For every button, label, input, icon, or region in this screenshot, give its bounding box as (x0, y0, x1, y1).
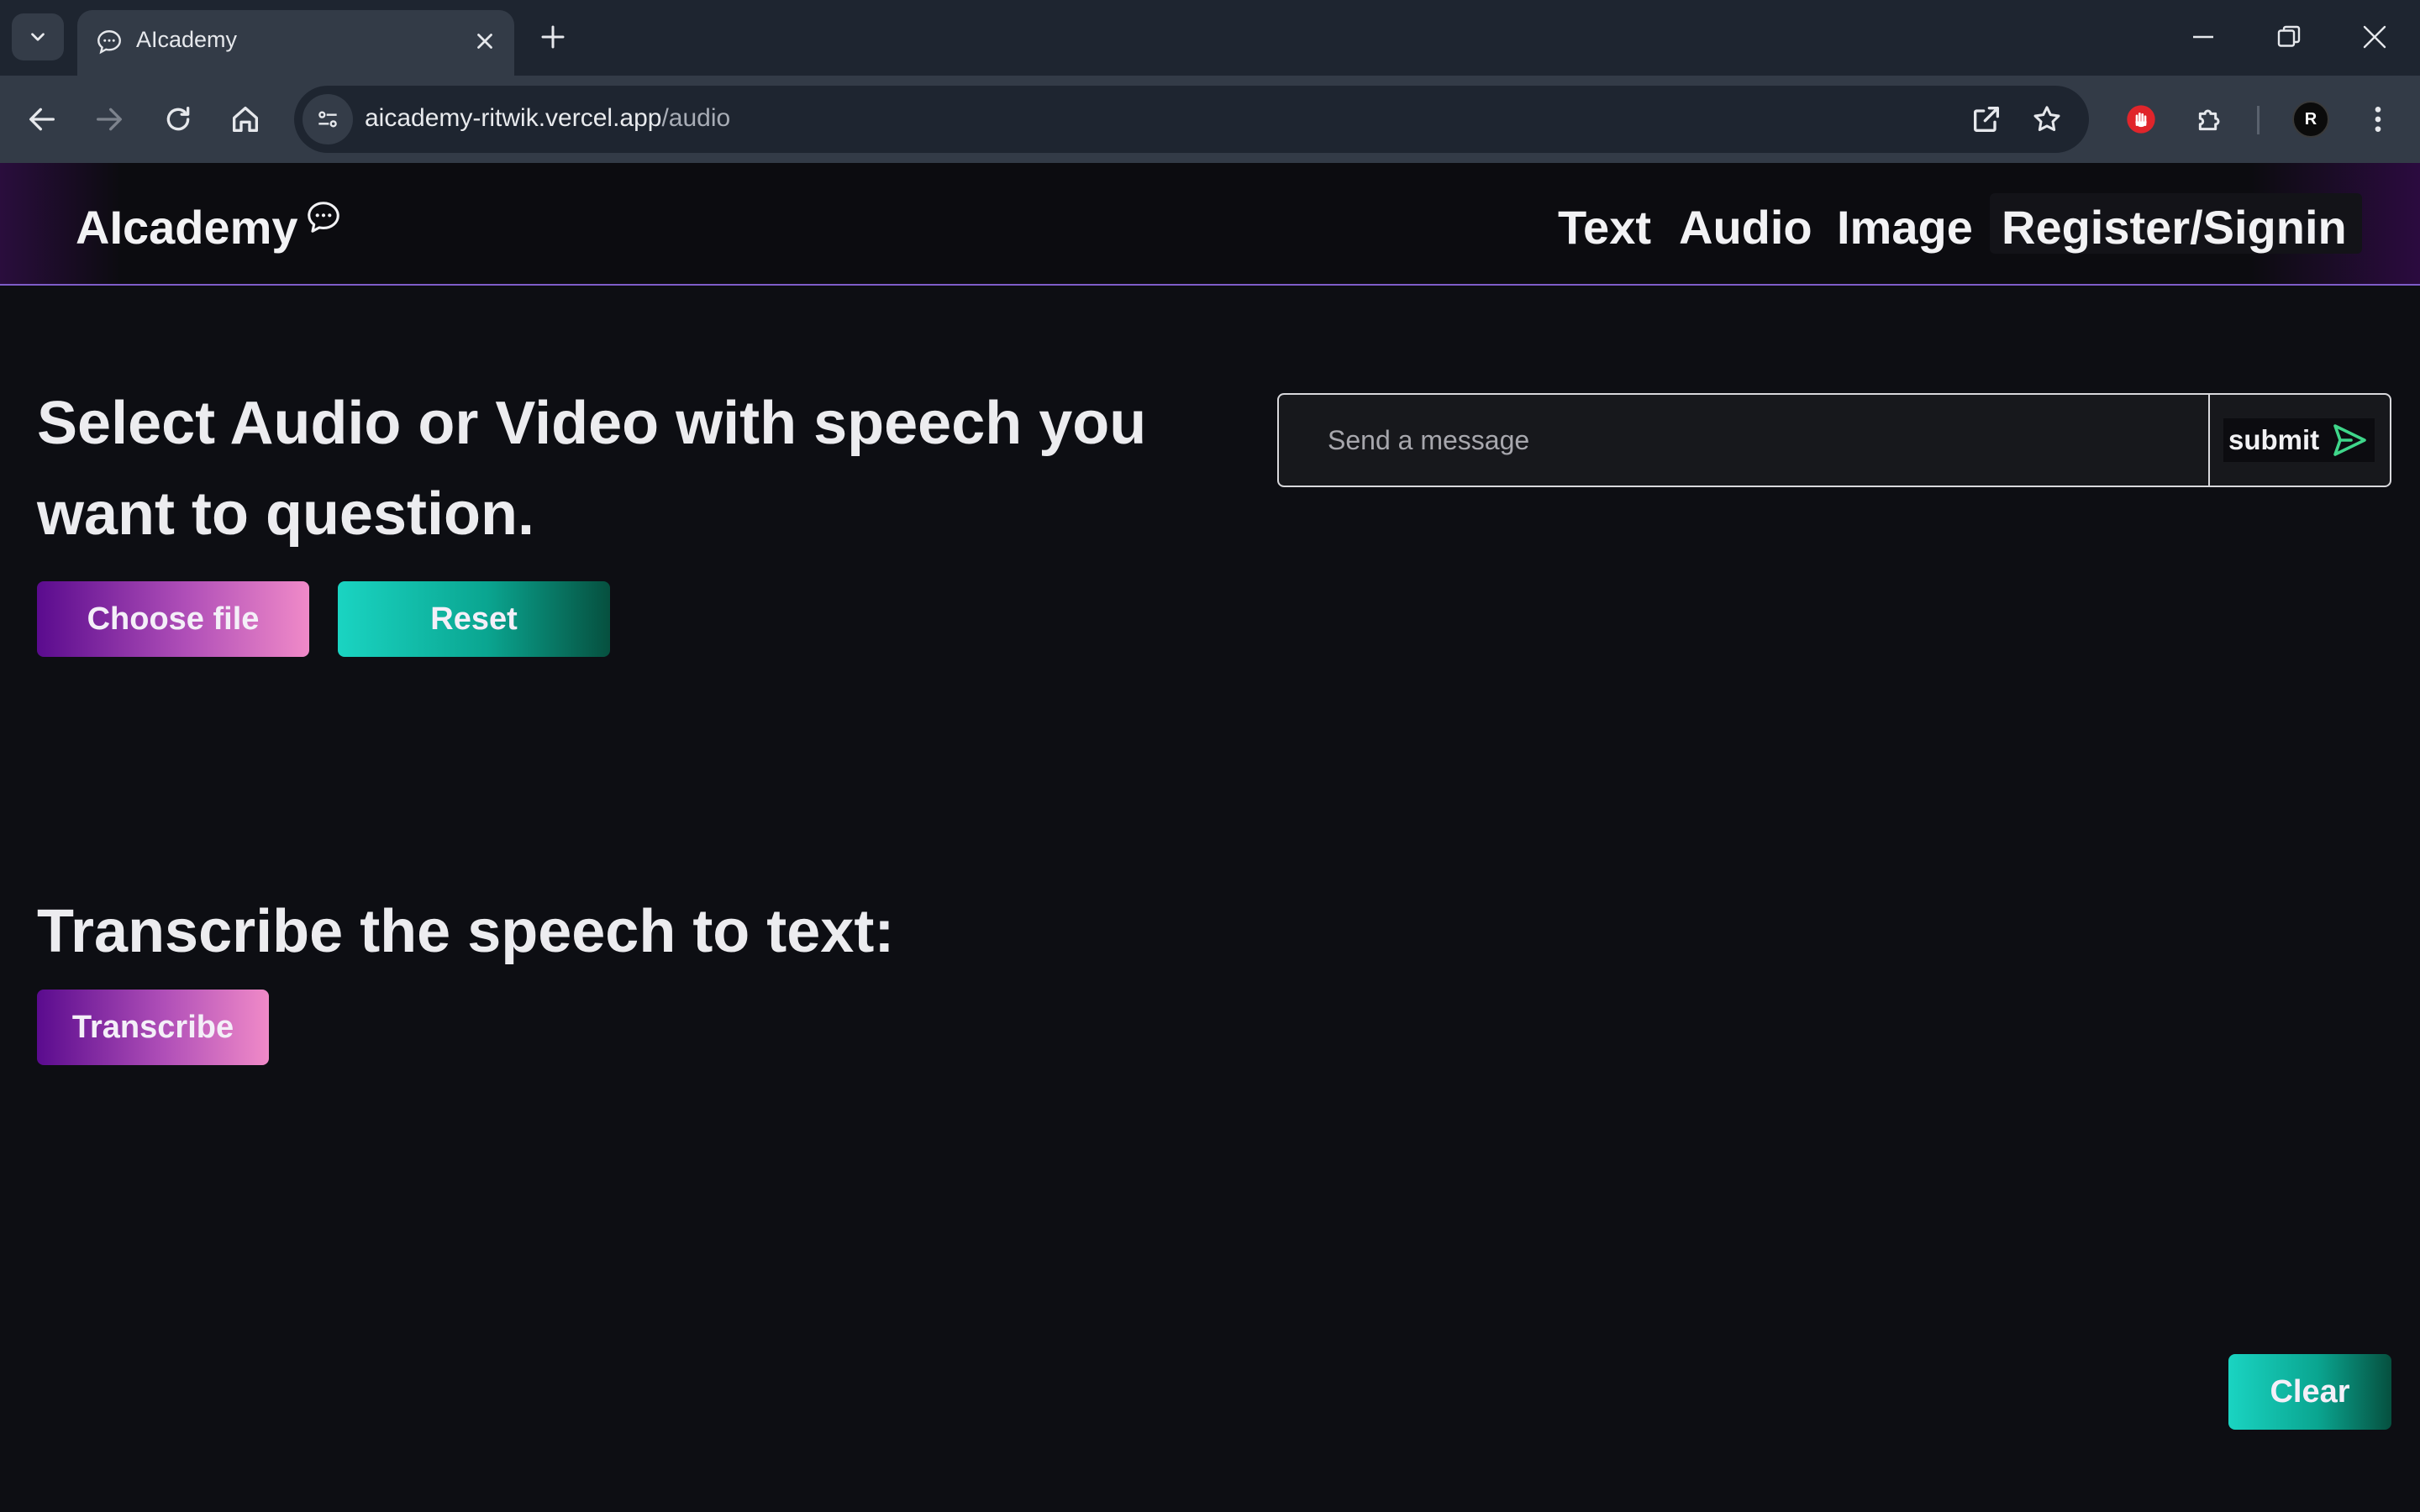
extensions-icon[interactable] (2193, 102, 2227, 136)
chat-bubble-icon (97, 30, 121, 55)
nav-link-audio[interactable]: Audio (1679, 200, 1812, 255)
upload-instructions-heading: Select Audio or Video with speech you wa… (37, 390, 1147, 548)
message-input[interactable] (1281, 396, 2205, 484)
reset-button[interactable]: Reset (338, 581, 610, 657)
submit-button[interactable]: submit (2223, 418, 2375, 462)
address-bar[interactable]: aicademy-ritwik.vercel.app/audio (294, 86, 2089, 153)
send-icon (2333, 424, 2366, 456)
home-icon[interactable] (229, 102, 262, 136)
input-divider (2208, 395, 2210, 486)
chat-bubble-icon (308, 202, 339, 233)
choose-file-button[interactable]: Choose file (37, 581, 309, 657)
reload-icon[interactable] (161, 102, 195, 136)
chevron-down-icon (31, 33, 45, 41)
site-info-button[interactable] (302, 94, 353, 144)
clear-button[interactable]: Clear (2228, 1354, 2391, 1430)
nav-link-text[interactable]: Text (1558, 200, 1651, 255)
nav-link-register-signin[interactable]: Register/Signin (1990, 193, 2362, 254)
close-tab-icon[interactable] (472, 29, 497, 54)
toolbar-divider (2257, 106, 2260, 134)
forward-icon[interactable] (92, 102, 126, 136)
transcribe-heading: Transcribe the speech to text: (37, 898, 895, 965)
app-navbar: AIcademy Text Audio Image Register/Signi… (0, 163, 2420, 286)
open-in-app-icon[interactable] (1970, 102, 2003, 136)
tab-title: AIcademy (136, 27, 238, 52)
close-window-icon[interactable] (2360, 22, 2390, 52)
transcribe-button[interactable]: Transcribe (37, 990, 269, 1065)
more-menu-icon[interactable] (2361, 102, 2395, 136)
back-icon[interactable] (25, 102, 59, 136)
tune-icon (318, 111, 337, 128)
browser-tab-bar: AIcademy (0, 0, 2420, 76)
bookmark-star-icon[interactable] (2030, 102, 2064, 136)
chat-message-form: submit (1277, 393, 2391, 487)
tab-search-button[interactable] (12, 13, 64, 60)
browser-tab-active[interactable]: AIcademy (77, 10, 514, 76)
url-text: aicademy-ritwik.vercel.app/audio (365, 104, 731, 132)
adblock-hand-icon[interactable] (2124, 102, 2158, 136)
nav-link-image[interactable]: Image (1837, 200, 1973, 255)
new-tab-icon[interactable] (538, 22, 568, 52)
submit-label: submit (2228, 424, 2320, 455)
profile-avatar[interactable]: R (2292, 101, 2329, 138)
restore-icon[interactable] (2274, 22, 2304, 52)
brand-logo-text[interactable]: AIcademy (76, 200, 298, 255)
browser-toolbar: aicademy-ritwik.vercel.app/audio (0, 76, 2420, 163)
minimize-icon[interactable] (2188, 22, 2218, 52)
